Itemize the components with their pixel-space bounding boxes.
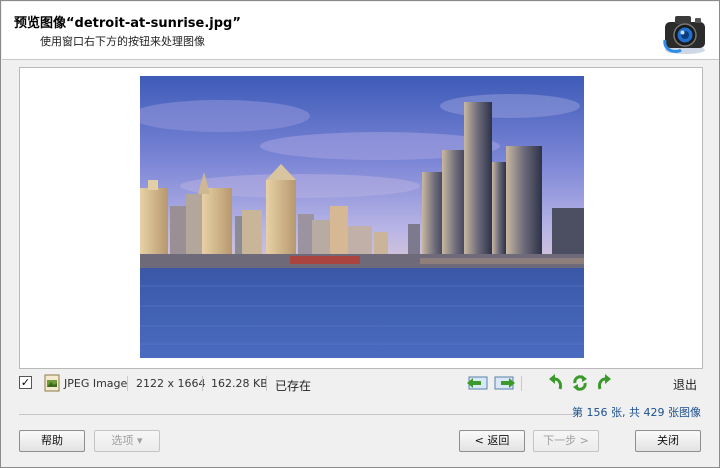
back-button[interactable]: < 返回 <box>459 430 525 452</box>
image-counter: 第 156 张, 共 429 张图像 <box>572 406 701 419</box>
jpeg-file-icon <box>44 374 60 392</box>
image-info-bar: ✓ JPEG Image 2122 x 1664 162.28 KB 已存在 退… <box>19 373 703 395</box>
file-size: 162.28 KB <box>211 377 268 390</box>
help-button[interactable]: 帮助 <box>19 430 85 452</box>
rotate-right-icon[interactable] <box>595 373 613 393</box>
dialog-window: 预览图像“detroit-at-sunrise.jpg” 使用窗口右下方的按钮来… <box>0 0 720 468</box>
file-status: 已存在 <box>275 379 312 393</box>
rotate-left-icon[interactable] <box>547 373 565 393</box>
close-button[interactable]: 关闭 <box>635 430 701 452</box>
separator <box>521 376 522 391</box>
refresh-icon[interactable] <box>571 373 589 393</box>
keep-image-checkbox[interactable]: ✓ <box>19 376 32 389</box>
options-button[interactable]: 选项 ▾ <box>94 430 160 452</box>
dialog-header: 预览图像“detroit-at-sunrise.jpg” 使用窗口右下方的按钮来… <box>2 2 719 60</box>
preview-image <box>140 76 584 358</box>
move-right-icon[interactable] <box>493 373 517 393</box>
file-type-label: JPEG Image <box>64 377 128 390</box>
separator <box>127 376 128 391</box>
dialog-title: 预览图像“detroit-at-sunrise.jpg” <box>14 16 241 31</box>
move-left-icon[interactable] <box>465 373 489 393</box>
dialog-subtitle: 使用窗口右下方的按钮来处理图像 <box>40 35 205 48</box>
divider <box>19 414 575 415</box>
separator <box>266 376 267 391</box>
image-dimensions: 2122 x 1664 <box>136 377 206 390</box>
next-button[interactable]: 下一步 > <box>533 430 599 452</box>
separator <box>202 376 203 391</box>
image-preview-pane <box>19 67 703 369</box>
exit-button[interactable]: 退出 <box>673 376 697 393</box>
camera-icon <box>663 16 705 54</box>
